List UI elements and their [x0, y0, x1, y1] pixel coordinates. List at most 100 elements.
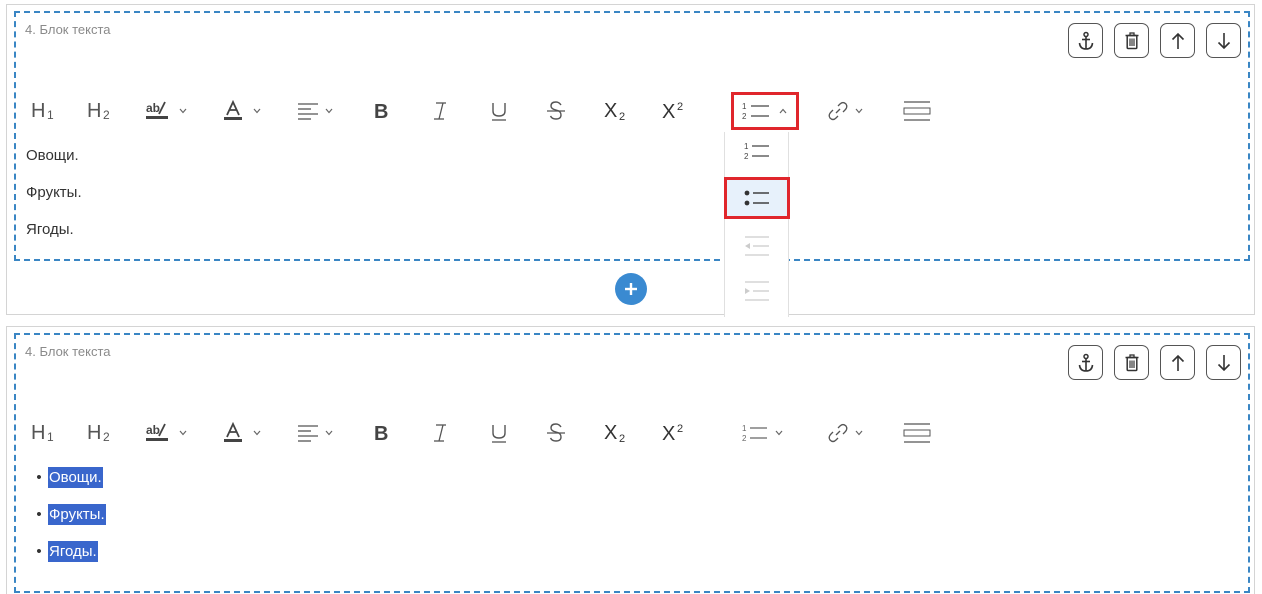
add-block-button[interactable] — [615, 273, 647, 305]
align-button[interactable] — [297, 418, 333, 448]
horizontal-rule-button[interactable] — [903, 418, 931, 448]
subscript-button[interactable]: X 2 — [603, 96, 631, 126]
svg-text:2: 2 — [677, 101, 683, 113]
strikethrough-icon — [547, 423, 565, 442]
indent-option[interactable] — [726, 272, 788, 310]
chevron-up-icon — [779, 108, 787, 114]
bulleted-list[interactable]: • Овощи. • Фрукты. • Ягоды. — [26, 459, 106, 570]
svg-text:X: X — [662, 423, 675, 444]
numbered-list-option[interactable]: 1 2 — [726, 132, 788, 170]
svg-text:X: X — [604, 100, 617, 122]
move-up-button[interactable] — [1160, 345, 1195, 380]
selected-text: Ягоды. — [48, 541, 98, 562]
highlight-color-button[interactable]: ab — [145, 418, 187, 448]
bold-button[interactable]: B — [373, 418, 393, 448]
move-up-button[interactable] — [1160, 23, 1195, 58]
svg-text:2: 2 — [619, 111, 625, 122]
text-content[interactable]: Овощи. Фрукты. Ягоды. — [26, 137, 82, 248]
heading-1-icon: H 1 — [31, 422, 54, 444]
link-icon — [828, 101, 848, 121]
bulleted-list-icon — [744, 190, 769, 206]
underline-icon — [492, 425, 506, 443]
svg-text:X: X — [604, 422, 617, 444]
plus-icon — [625, 283, 637, 295]
italic-button[interactable] — [431, 96, 451, 126]
svg-text:H: H — [87, 422, 101, 444]
chevron-down-icon — [325, 108, 333, 114]
chevron-down-icon — [325, 430, 333, 436]
text-color-button[interactable] — [223, 96, 261, 126]
move-down-button[interactable] — [1206, 23, 1241, 58]
list-button[interactable]: 1 2 — [741, 418, 783, 448]
delete-button[interactable] — [1114, 345, 1149, 380]
subscript-button[interactable]: X 2 — [603, 418, 631, 448]
heading-2-button[interactable]: H 2 — [87, 96, 117, 126]
svg-text:2: 2 — [742, 112, 747, 121]
bullet-icon: • — [36, 506, 42, 523]
highlight-icon: ab — [146, 101, 168, 119]
heading-2-button[interactable]: H 2 — [87, 418, 117, 448]
superscript-icon: X 2 — [662, 423, 683, 444]
link-button[interactable] — [827, 96, 863, 126]
strikethrough-button[interactable] — [546, 96, 566, 126]
superscript-icon: X 2 — [662, 101, 683, 122]
block-tools — [1068, 345, 1241, 380]
subscript-icon: X 2 — [604, 422, 625, 444]
list-item: Фрукты. — [26, 184, 82, 201]
highlight-color-button[interactable]: ab — [145, 96, 187, 126]
list-item: Ягоды. — [26, 221, 74, 238]
bulleted-list-option[interactable] — [724, 177, 790, 219]
svg-text:ab: ab — [146, 101, 160, 115]
block-title: 4. Блок текста — [25, 344, 111, 359]
arrow-up-icon — [1171, 354, 1184, 371]
arrow-down-icon — [1217, 32, 1230, 49]
superscript-button[interactable]: X 2 — [661, 418, 689, 448]
heading-2-icon: H 2 — [87, 422, 110, 444]
anchor-button[interactable] — [1068, 23, 1103, 58]
svg-text:2: 2 — [619, 433, 625, 444]
svg-text:1: 1 — [47, 108, 54, 122]
svg-text:B: B — [374, 101, 388, 122]
horizontal-rule-button[interactable] — [903, 96, 931, 126]
text-color-icon — [224, 100, 242, 120]
heading-1-button[interactable]: H 1 — [31, 96, 61, 126]
list-item: • Ягоды. — [26, 533, 106, 570]
block-title: 4. Блок текста — [25, 22, 111, 37]
underline-button[interactable] — [489, 96, 509, 126]
selected-text: Овощи. — [48, 467, 103, 488]
svg-text:1: 1 — [742, 102, 747, 111]
align-button[interactable] — [297, 96, 333, 126]
anchor-button[interactable] — [1068, 345, 1103, 380]
svg-text:1: 1 — [47, 430, 54, 444]
list-button[interactable]: 1 2 — [731, 92, 799, 130]
link-button[interactable] — [827, 418, 863, 448]
superscript-button[interactable]: X 2 — [661, 96, 689, 126]
bold-icon: B — [374, 423, 388, 444]
outdent-icon — [745, 236, 769, 256]
chevron-down-icon — [775, 430, 783, 436]
text-block[interactable]: 4. Блок текста H 1 H 2 ab B X 2 X 2 1 2 … — [14, 333, 1250, 593]
arrow-down-icon — [1217, 354, 1230, 371]
list-item: Овощи. — [26, 147, 79, 164]
delete-button[interactable] — [1114, 23, 1149, 58]
heading-2-icon: H 2 — [87, 100, 110, 122]
list-type-dropdown: 1 2 — [724, 132, 790, 317]
italic-button[interactable] — [431, 418, 451, 448]
outdent-option[interactable] — [726, 227, 788, 265]
text-color-button[interactable] — [223, 418, 261, 448]
strikethrough-button[interactable] — [546, 418, 566, 448]
page: 4. Блок текста H 1 H 2 ab B X 2 X 2 1 2 … — [0, 0, 1262, 594]
heading-1-button[interactable]: H 1 — [31, 418, 61, 448]
italic-icon — [434, 424, 446, 442]
svg-text:2: 2 — [744, 152, 749, 161]
move-down-button[interactable] — [1206, 345, 1241, 380]
svg-text:X: X — [662, 101, 675, 122]
bold-button[interactable]: B — [373, 96, 393, 126]
subscript-icon: X 2 — [604, 100, 625, 122]
block-tools — [1068, 23, 1241, 58]
svg-text:2: 2 — [103, 108, 110, 122]
chevron-down-icon — [855, 430, 863, 436]
underline-button[interactable] — [489, 418, 509, 448]
text-block[interactable]: 4. Блок текста H 1 H 2 ab B X 2 X 2 1 2 … — [14, 11, 1250, 261]
svg-text:2: 2 — [677, 423, 683, 435]
